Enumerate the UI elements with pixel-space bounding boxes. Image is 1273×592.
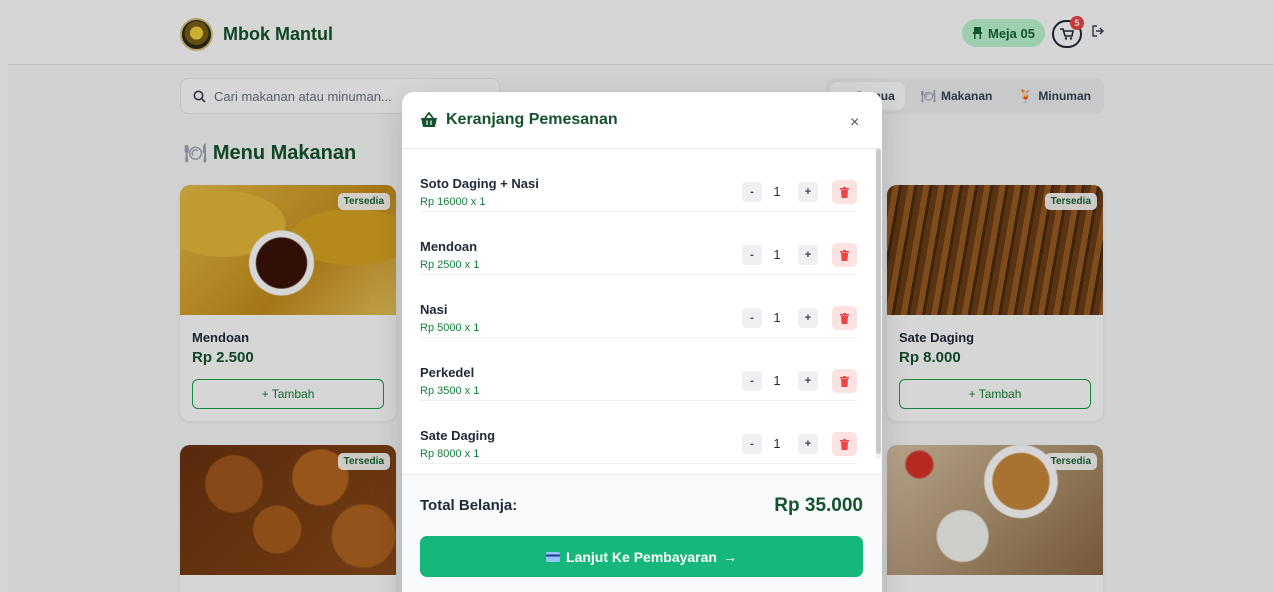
cart-item-subtotal: Rp 2500 x 1 bbox=[420, 259, 480, 271]
close-icon[interactable]: × bbox=[850, 114, 859, 132]
increase-quantity-button[interactable]: + bbox=[798, 182, 818, 202]
cart-item-name: Perkedel bbox=[420, 365, 475, 380]
cart-item: Nasi Rp 5000 x 1 - 1 + bbox=[420, 275, 857, 338]
increase-quantity-button[interactable]: + bbox=[798, 308, 818, 328]
trash-icon bbox=[840, 438, 849, 450]
quantity-value: 1 bbox=[773, 436, 781, 451]
modal-footer: Total Belanja: Rp 35.000 Lanjut Ke Pemba… bbox=[402, 474, 882, 592]
quantity-value: 1 bbox=[773, 247, 781, 262]
scrollbar-thumb[interactable] bbox=[876, 149, 881, 454]
quantity-value: 1 bbox=[773, 310, 781, 325]
decrease-quantity-button[interactable]: - bbox=[742, 371, 762, 391]
delete-item-button[interactable] bbox=[832, 432, 857, 456]
checkout-button-label: Lanjut Ke Pembayaran bbox=[566, 548, 717, 565]
cart-item-subtotal: Rp 8000 x 1 bbox=[420, 448, 480, 460]
delete-item-button[interactable] bbox=[832, 369, 857, 393]
quantity-value: 1 bbox=[773, 184, 781, 199]
increase-quantity-button[interactable]: + bbox=[798, 245, 818, 265]
cart-item: Mendoan Rp 2500 x 1 - 1 + bbox=[420, 212, 857, 275]
cart-item-name: Mendoan bbox=[420, 239, 478, 254]
decrease-quantity-button[interactable]: - bbox=[742, 308, 762, 328]
cart-item: Sate Daging Rp 8000 x 1 - 1 + bbox=[420, 401, 857, 464]
cart-item: Perkedel Rp 3500 x 1 - 1 + bbox=[420, 338, 857, 401]
checkout-button[interactable]: Lanjut Ke Pembayaran → bbox=[420, 536, 863, 577]
decrease-quantity-button[interactable]: - bbox=[742, 245, 762, 265]
cart-item: Soto Daging + Nasi Rp 16000 x 1 - 1 + bbox=[420, 149, 857, 212]
trash-icon bbox=[840, 312, 849, 324]
credit-card-icon bbox=[546, 551, 561, 562]
increase-quantity-button[interactable]: + bbox=[798, 371, 818, 391]
modal-header: Keranjang Pemesanan × bbox=[402, 92, 882, 149]
modal-title: Keranjang Pemesanan bbox=[420, 111, 618, 129]
cart-item-subtotal: Rp 3500 x 1 bbox=[420, 385, 480, 397]
quantity-value: 1 bbox=[773, 373, 781, 388]
decrease-quantity-button[interactable]: - bbox=[742, 434, 762, 454]
cart-item-name: Sate Daging bbox=[420, 428, 496, 443]
trash-icon bbox=[840, 186, 849, 198]
decrease-quantity-button[interactable]: - bbox=[742, 182, 762, 202]
cart-items-list[interactable]: Soto Daging + Nasi Rp 16000 x 1 - 1 + Me… bbox=[402, 149, 882, 474]
cart-modal: Keranjang Pemesanan × Soto Daging + Nasi… bbox=[402, 92, 882, 592]
modal-title-text: Keranjang Pemesanan bbox=[446, 111, 618, 128]
delete-item-button[interactable] bbox=[832, 306, 857, 330]
trash-icon bbox=[840, 375, 849, 387]
trash-icon bbox=[840, 249, 849, 261]
cart-item-subtotal: Rp 5000 x 1 bbox=[420, 322, 480, 334]
cart-item-name: Soto Daging + Nasi bbox=[420, 176, 539, 191]
increase-quantity-button[interactable]: + bbox=[798, 434, 818, 454]
total-label: Total Belanja: bbox=[420, 497, 518, 514]
delete-item-button[interactable] bbox=[832, 180, 857, 204]
cart-item-name: Nasi bbox=[420, 302, 448, 317]
total-value: Rp 35.000 bbox=[774, 495, 863, 516]
arrow-right-icon: → bbox=[722, 548, 737, 565]
basket-icon bbox=[421, 112, 437, 127]
delete-item-button[interactable] bbox=[832, 243, 857, 267]
cart-item-subtotal: Rp 16000 x 1 bbox=[420, 196, 486, 208]
